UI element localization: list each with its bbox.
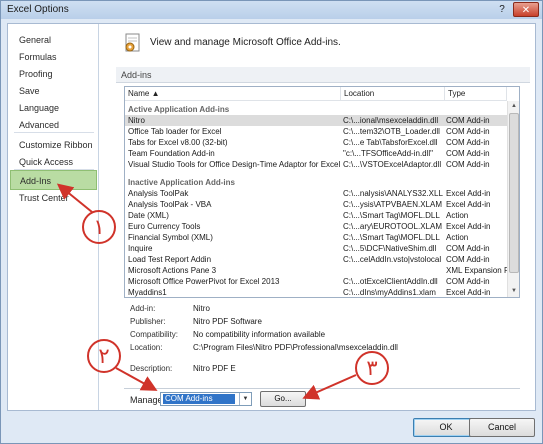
page-title: View and manage Microsoft Office Add-ins… <box>150 37 341 48</box>
detail-value: Nitro PDF Software <box>193 317 262 326</box>
scrollbar-thumb[interactable] <box>509 113 519 273</box>
dialog-content: General Formulas Proofing Save Language … <box>7 23 536 411</box>
detail-label: Publisher: <box>130 317 166 326</box>
list-item[interactable]: Team Foundation Add-in "c:\...TFSOfficeA… <box>125 148 511 159</box>
list-item[interactable]: Inquire C:\...5\DCF\NativeShim.dll COM A… <box>125 243 511 254</box>
column-header-name[interactable]: Name ▲ <box>125 87 341 101</box>
cell-name: Myaddins1 <box>128 288 167 297</box>
column-header-location[interactable]: Location <box>341 87 445 101</box>
cell-name: Analysis ToolPak - VBA <box>128 200 212 209</box>
close-icon[interactable]: ✕ <box>513 2 539 17</box>
cell-location: C:\...ysis\ATPVBAEN.XLAM <box>343 200 442 209</box>
cell-name: Microsoft Office PowerPivot for Excel 20… <box>128 277 280 286</box>
divider <box>124 388 520 389</box>
go-button[interactable]: Go... <box>260 391 306 407</box>
cell-location: "c:\...TFSOfficeAdd-in.dll" <box>343 149 434 158</box>
list-scrollbar[interactable]: ▲ ▼ <box>507 101 519 297</box>
cancel-button[interactable]: Cancel <box>469 418 535 437</box>
cell-location: C:\...otExcelClientAddIn.dll <box>343 277 438 286</box>
list-item[interactable]: Office Tab loader for Excel C:\...tem32\… <box>125 126 511 137</box>
cell-name: Date (XML) <box>128 211 169 220</box>
cell-name: Tabs for Excel v8.00 (32-bit) <box>128 138 228 147</box>
sidebar-divider <box>14 132 94 133</box>
manage-dropdown[interactable]: COM Add-ins ▼ <box>160 392 252 406</box>
manage-selected-value: COM Add-ins <box>163 394 235 404</box>
column-header-type[interactable]: Type <box>445 87 507 101</box>
cell-name: Team Foundation Add-in <box>128 149 215 158</box>
scroll-down-icon[interactable]: ▼ <box>508 286 519 297</box>
window-title: Excel Options <box>7 4 69 15</box>
list-item[interactable]: Date (XML) C:\...\Smart Tag\MOFL.DLL Act… <box>125 210 511 221</box>
cell-name: Euro Currency Tools <box>128 222 201 231</box>
detail-value: C:\Program Files\Nitro PDF\Professional\… <box>193 343 398 352</box>
cell-location: C:\...nalysis\ANALYS32.XLL <box>343 189 443 198</box>
cell-location: C:\...ional\msexceladdin.dll <box>343 116 439 125</box>
cell-location: C:\...\VSTOExcelAdaptor.dll <box>343 160 442 169</box>
list-item[interactable]: Analysis ToolPak C:\...nalysis\ANALYS32.… <box>125 188 511 199</box>
detail-label: Compatibility: <box>130 330 179 339</box>
detail-value: Nitro <box>193 304 210 313</box>
options-sidebar: General Formulas Proofing Save Language … <box>8 24 99 410</box>
title-bar: Excel Options ? ✕ <box>1 1 542 19</box>
cell-location: C:\...celAddIn.vsto|vstolocal <box>343 255 442 264</box>
add-ins-list[interactable]: Name ▲ Location Type Active Application … <box>124 86 520 298</box>
cell-location: C:\...\Smart Tag\MOFL.DLL <box>343 211 440 220</box>
cell-name: Nitro <box>128 116 145 125</box>
cell-location: C:\...\Smart Tag\MOFL.DLL <box>343 233 440 242</box>
cell-name: Analysis ToolPak <box>128 189 189 198</box>
cell-location: C:\...ary\EUROTOOL.XLAM <box>343 222 442 231</box>
group-header-active: Active Application Add-ins <box>128 105 230 114</box>
list-item[interactable]: Financial Symbol (XML) C:\...\Smart Tag\… <box>125 232 511 243</box>
sidebar-item-trust-center[interactable]: Trust Center <box>10 188 97 208</box>
cell-name: Load Test Report Addin <box>128 255 212 264</box>
cell-name: Financial Symbol (XML) <box>128 233 213 242</box>
detail-value: No compatibility information available <box>193 330 326 339</box>
detail-value: Nitro PDF E <box>193 364 236 373</box>
cell-location: C:\...5\DCF\NativeShim.dll <box>343 244 437 253</box>
list-item[interactable]: Nitro C:\...ional\msexceladdin.dll COM A… <box>125 115 511 126</box>
help-icon[interactable]: ? <box>491 2 513 17</box>
cell-name: Visual Studio Tools for Office Design-Ti… <box>128 160 340 169</box>
excel-options-dialog: Excel Options ? ✕ General Formulas Proof… <box>0 0 543 444</box>
gear-page-icon <box>125 33 140 52</box>
list-item[interactable]: Visual Studio Tools for Office Design-Ti… <box>125 159 511 170</box>
cell-location: C:\...dIns\myAddins1.xlam <box>343 288 436 297</box>
list-item[interactable]: Tabs for Excel v8.00 (32-bit) C:\...e Ta… <box>125 137 511 148</box>
list-item[interactable]: Load Test Report Addin C:\...celAddIn.vs… <box>125 254 511 265</box>
detail-label: Add-in: <box>130 304 156 313</box>
cell-location: C:\...e Tab\TabsforExcel.dll <box>343 138 438 147</box>
sidebar-item-add-ins[interactable]: Add-Ins <box>10 170 97 190</box>
list-item[interactable]: Analysis ToolPak - VBA C:\...ysis\ATPVBA… <box>125 199 511 210</box>
scroll-up-icon[interactable]: ▲ <box>508 101 519 112</box>
cell-location: C:\...tem32\OTB_Loader.dll <box>343 127 440 136</box>
detail-label: Location: <box>130 343 163 352</box>
chevron-down-icon[interactable]: ▼ <box>239 393 251 405</box>
list-item[interactable]: Myaddins1 C:\...dIns\myAddins1.xlam Exce… <box>125 287 511 297</box>
cell-name: Inquire <box>128 244 153 253</box>
section-header: Add-ins <box>116 67 530 83</box>
cell-name: Office Tab loader for Excel <box>128 127 222 136</box>
group-header-inactive: Inactive Application Add-ins <box>128 178 235 187</box>
add-ins-panel: View and manage Microsoft Office Add-ins… <box>108 24 536 410</box>
detail-label: Description: <box>130 364 173 373</box>
list-item[interactable]: Microsoft Office PowerPivot for Excel 20… <box>125 276 511 287</box>
list-item[interactable]: Euro Currency Tools C:\...ary\EUROTOOL.X… <box>125 221 511 232</box>
cell-name: Microsoft Actions Pane 3 <box>128 266 217 275</box>
list-item[interactable]: Microsoft Actions Pane 3 XML Expansion P… <box>125 265 518 276</box>
